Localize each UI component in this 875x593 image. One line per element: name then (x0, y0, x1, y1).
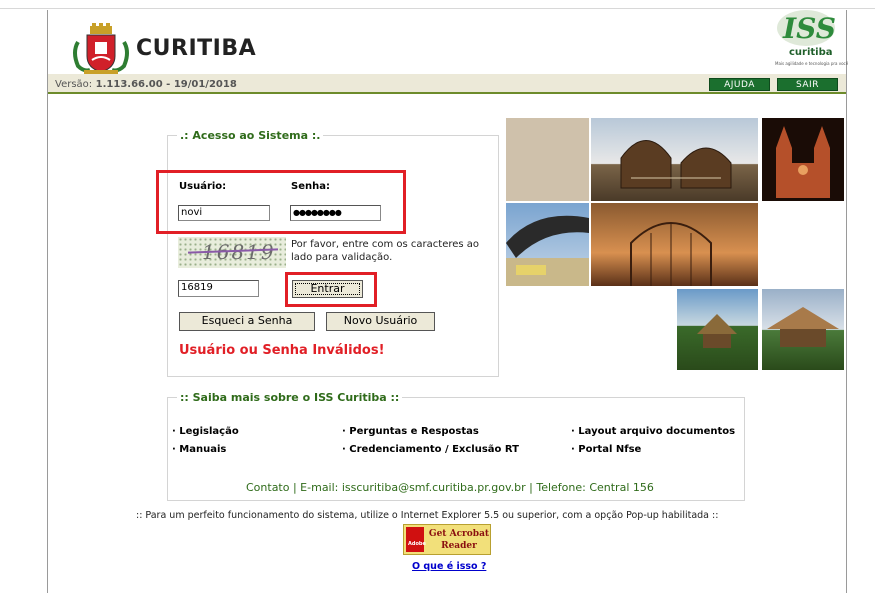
captcha-input[interactable]: 16819 (178, 280, 259, 297)
acrobat-text: Get Acrobat Reader (428, 529, 490, 551)
photo-cathedral (762, 118, 844, 201)
adobe-acrobat-icon: Adobe (406, 527, 426, 552)
brand-name: CURITIBA (136, 36, 257, 61)
version-text: Versão: 1.113.66.00 - 19/01/2018 (55, 79, 237, 90)
link-legislacao[interactable]: · Legislação (172, 426, 239, 437)
link-credenciamento[interactable]: · Credenciamento / Exclusão RT (342, 444, 519, 455)
captcha-instructions: Por favor, entre com os caracteres ao la… (291, 239, 480, 263)
contact-info: Contato | E-mail: isscuritiba@smf.curiti… (246, 481, 654, 494)
new-user-button[interactable]: Novo Usuário (326, 312, 435, 331)
iss-logo-sub: curitiba (789, 47, 833, 58)
link-layout-arquivo[interactable]: · Layout arquivo documentos (571, 426, 735, 437)
iss-logo-icon: ISS curitiba Mais agilidade e tecnologia… (775, 10, 848, 70)
credentials-highlight (156, 170, 406, 234)
exit-button[interactable]: SAIR (777, 78, 838, 91)
curitiba-coat-of-arms-icon (73, 23, 129, 76)
photo-botanical-garden (591, 118, 758, 201)
enter-highlight (285, 272, 377, 307)
help-button[interactable]: AJUDA (709, 78, 770, 91)
version-label: Versão: (55, 79, 93, 90)
frame-right-border (846, 10, 847, 593)
photo-wood-gazebo (762, 289, 844, 370)
link-perguntas-respostas[interactable]: · Perguntas e Respostas (342, 426, 479, 437)
photo-greenhouse-night (591, 203, 758, 286)
error-message: Usuário ou Senha Inválidos! (179, 343, 385, 358)
iss-logo-tagline: Mais agilidade e tecnologia pra você (775, 61, 849, 66)
adobe-label: Adobe (408, 541, 426, 547)
forgot-password-button[interactable]: Esqueci a Senha (179, 312, 315, 331)
top-border (0, 0, 875, 9)
iss-logo-big: ISS (783, 12, 836, 45)
photo-tile-plain (506, 118, 589, 201)
captcha-image: 16819 (178, 237, 286, 268)
browser-note: :: Para um perfeito funcionamento do sis… (136, 510, 719, 521)
photo-wire-pavilion (677, 289, 758, 370)
what-is-it-link[interactable]: O que é isso ? (412, 561, 486, 572)
info-legend: :: Saiba mais sobre o ISS Curitiba :: (177, 391, 403, 404)
login-legend: .: Acesso ao Sistema :. (177, 129, 324, 142)
link-portal-nfse[interactable]: · Portal Nfse (571, 444, 641, 455)
version-value: 1.113.66.00 - 19/01/2018 (95, 79, 237, 90)
link-manuais[interactable]: · Manuais (172, 444, 226, 455)
frame-left-border (47, 10, 48, 593)
acrobat-reader-badge[interactable]: Adobe Get Acrobat Reader (403, 524, 491, 555)
photo-opera-de-arame (506, 203, 589, 286)
